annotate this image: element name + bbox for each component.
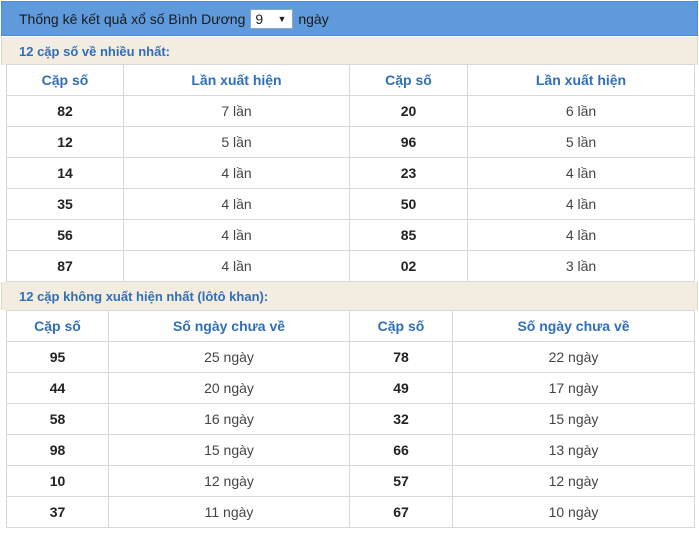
- column-header: Số ngày chưa về: [452, 310, 695, 342]
- chevron-down-icon: ▼: [277, 13, 287, 24]
- occurrence-count: 4 lần: [467, 219, 695, 251]
- pair-number: 56: [6, 219, 124, 251]
- table-header-row: Cặp số Lần xuất hiện Cặp số Lần xuất hiệ…: [6, 64, 695, 96]
- pair-number: 44: [6, 372, 109, 404]
- pair-number: 96: [349, 126, 468, 158]
- days-absent: 22 ngày: [452, 341, 695, 373]
- pair-number: 37: [6, 496, 109, 528]
- pair-number: 10: [6, 465, 109, 497]
- occurrence-count: 4 lần: [123, 188, 350, 220]
- days-absent: 25 ngày: [108, 341, 350, 373]
- column-header: Lần xuất hiện: [123, 64, 350, 96]
- table-header-row: Cặp số Số ngày chưa về Cặp số Số ngày ch…: [6, 310, 695, 342]
- absent-pairs-table: Cặp số Số ngày chưa về Cặp số Số ngày ch…: [6, 310, 695, 528]
- pair-number: 20: [349, 95, 468, 127]
- pair-number: 85: [349, 219, 468, 251]
- days-absent: 13 ngày: [452, 434, 695, 466]
- days-absent: 15 ngày: [452, 403, 695, 435]
- occurrence-count: 4 lần: [123, 250, 350, 282]
- pair-number: 67: [349, 496, 453, 528]
- table-row: 58 16 ngày 32 15 ngày: [6, 403, 695, 435]
- table-row: 10 12 ngày 57 12 ngày: [6, 465, 695, 497]
- days-absent: 20 ngày: [108, 372, 350, 404]
- pair-number: 23: [349, 157, 468, 189]
- days-absent: 10 ngày: [452, 496, 695, 528]
- table-row: 95 25 ngày 78 22 ngày: [6, 341, 695, 373]
- column-header: Cặp số: [349, 310, 453, 342]
- pair-number: 35: [6, 188, 124, 220]
- occurrence-count: 3 lần: [467, 250, 695, 282]
- pair-number: 32: [349, 403, 453, 435]
- days-absent: 17 ngày: [452, 372, 695, 404]
- days-select[interactable]: 9 ▼: [250, 8, 294, 29]
- days-suffix: ngày: [298, 10, 329, 27]
- table-row: 87 4 lần 02 3 lần: [6, 250, 695, 282]
- days-absent: 11 ngày: [108, 496, 350, 528]
- occurrence-count: 4 lần: [467, 157, 695, 189]
- occurrence-count: 5 lần: [123, 126, 350, 158]
- column-header: Lần xuất hiện: [467, 64, 695, 96]
- pair-number: 57: [349, 465, 453, 497]
- days-absent: 16 ngày: [108, 403, 350, 435]
- days-select-value: 9: [255, 10, 264, 27]
- most-section-label: 12 cặp số về nhiều nhất:: [1, 37, 698, 65]
- page-title: Thống kê kết quả xổ số Bình Dương: [19, 10, 246, 27]
- pair-number: 49: [349, 372, 453, 404]
- table-row: 12 5 lần 96 5 lần: [6, 126, 695, 158]
- occurrence-count: 4 lần: [123, 219, 350, 251]
- table-row: 82 7 lần 20 6 lần: [6, 95, 695, 127]
- days-absent: 12 ngày: [108, 465, 350, 497]
- occurrence-count: 4 lần: [467, 188, 695, 220]
- days-absent: 12 ngày: [452, 465, 695, 497]
- pair-number: 12: [6, 126, 124, 158]
- occurrence-count: 5 lần: [467, 126, 695, 158]
- pair-number: 98: [6, 434, 109, 466]
- pair-number: 95: [6, 341, 109, 373]
- column-header: Số ngày chưa về: [108, 310, 350, 342]
- table-row: 56 4 lần 85 4 lần: [6, 219, 695, 251]
- column-header: Cặp số: [6, 310, 109, 342]
- most-frequent-table: Cặp số Lần xuất hiện Cặp số Lần xuất hiệ…: [6, 64, 695, 282]
- pair-number: 58: [6, 403, 109, 435]
- table-row: 98 15 ngày 66 13 ngày: [6, 434, 695, 466]
- stats-header: Thống kê kết quả xổ số Bình Dương 9 ▼ ng…: [1, 1, 698, 36]
- pair-number: 14: [6, 157, 124, 189]
- occurrence-count: 7 lần: [123, 95, 350, 127]
- absent-section-label: 12 cặp không xuất hiện nhất (lôtô khan):: [1, 282, 698, 310]
- pair-number: 78: [349, 341, 453, 373]
- column-header: Cặp số: [6, 64, 124, 96]
- table-row: 44 20 ngày 49 17 ngày: [6, 372, 695, 404]
- occurrence-count: 6 lần: [467, 95, 695, 127]
- table-row: 35 4 lần 50 4 lần: [6, 188, 695, 220]
- pair-number: 02: [349, 250, 468, 282]
- pair-number: 82: [6, 95, 124, 127]
- pair-number: 50: [349, 188, 468, 220]
- column-header: Cặp số: [349, 64, 468, 96]
- days-absent: 15 ngày: [108, 434, 350, 466]
- table-row: 14 4 lần 23 4 lần: [6, 157, 695, 189]
- pair-number: 66: [349, 434, 453, 466]
- pair-number: 87: [6, 250, 124, 282]
- occurrence-count: 4 lần: [123, 157, 350, 189]
- table-row: 37 11 ngày 67 10 ngày: [6, 496, 695, 528]
